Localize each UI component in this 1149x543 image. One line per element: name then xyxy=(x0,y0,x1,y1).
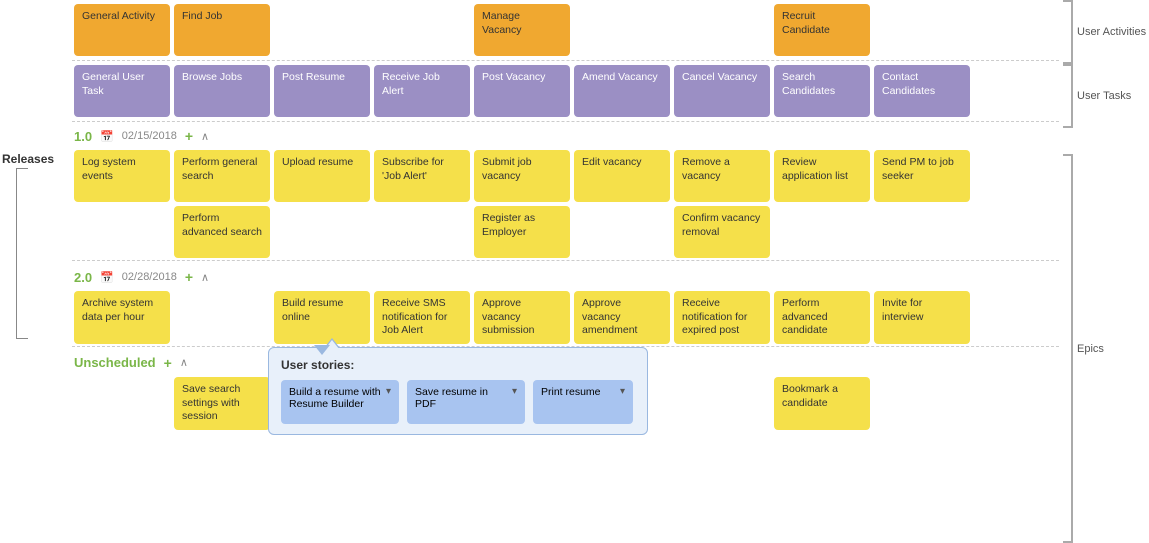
epic-submit-job-vacancy[interactable]: Submit job vacancy xyxy=(474,150,570,202)
ut-post-vacancy[interactable]: Post Vacancy xyxy=(474,65,570,117)
epic-receive-sms-notification[interactable]: Receive SMS notification for Job Alert xyxy=(374,291,470,344)
epic-receive-notification-expired[interactable]: Receive notification for expired post xyxy=(674,291,770,344)
release-1-epics-row2: Perform advanced search Register as Empl… xyxy=(72,204,1059,261)
epic-bookmark-candidate[interactable]: Bookmark a candidate xyxy=(774,377,870,430)
epic-log-system-events[interactable]: Log system events xyxy=(74,150,170,202)
release-2-collapse-icon[interactable]: ∧ xyxy=(201,271,209,284)
release-1-version: 1.0 xyxy=(74,129,92,144)
right-user-tasks-label: User Tasks xyxy=(1077,90,1131,102)
epic-subscribe-job-alert[interactable]: Subscribe for 'Job Alert' xyxy=(374,150,470,202)
story-build-resume[interactable]: Build a resume with Resume Builder ▾ xyxy=(281,380,399,424)
release-2-date-icon: 📅 xyxy=(100,271,114,284)
ua-find-job[interactable]: Find Job xyxy=(174,4,270,56)
story-save-pdf[interactable]: Save resume in PDF ▾ xyxy=(407,380,525,424)
story-print-resume[interactable]: Print resume ▾ xyxy=(533,380,633,424)
epic-build-resume-online[interactable]: Build resume online xyxy=(274,291,370,344)
unscheduled-add-icon[interactable]: + xyxy=(164,355,172,371)
ut-browse-jobs[interactable]: Browse Jobs xyxy=(174,65,270,117)
right-user-activities: User Activities xyxy=(1059,0,1149,64)
release-1-collapse-icon[interactable]: ∧ xyxy=(201,130,209,143)
ua-recruit-candidate[interactable]: Recruit Candidate xyxy=(774,4,870,56)
story-build-arrow: ▾ xyxy=(386,386,391,397)
ut-receive-job-alert[interactable]: Receive Job Alert xyxy=(374,65,470,117)
ua-manage-vacancy[interactable]: Manage Vacancy xyxy=(474,4,570,56)
right-user-activities-label: User Activities xyxy=(1077,26,1146,38)
user-tasks-row: General User Task Browse Jobs Post Resum… xyxy=(72,61,1059,122)
release-2-header: 2.0 📅 02/28/2018 + ∧ xyxy=(72,265,1059,289)
ut-amend-vacancy[interactable]: Amend Vacancy xyxy=(574,65,670,117)
story-print-arrow: ▾ xyxy=(620,386,625,397)
right-epics-label: Epics xyxy=(1077,343,1104,355)
epic-approve-vacancy-amendment[interactable]: Approve vacancy amendment xyxy=(574,291,670,344)
epic-perform-general-search[interactable]: Perform general search xyxy=(174,150,270,202)
ut-contact-candidates[interactable]: Contact Candidates xyxy=(874,65,970,117)
epic-approve-vacancy-submission[interactable]: Approve vacancy submission xyxy=(474,291,570,344)
user-stories-popup: User stories: Build a resume with Resume… xyxy=(268,347,648,435)
epic-confirm-vacancy-removal[interactable]: Confirm vacancy removal xyxy=(674,206,770,258)
right-epics: Epics xyxy=(1059,154,1149,543)
releases-label: Releases xyxy=(2,152,54,166)
user-stories-title: User stories: xyxy=(281,358,635,372)
epic-remove-vacancy[interactable]: Remove a vacancy xyxy=(674,150,770,202)
release-1-epics-row1: Log system events Perform general search… xyxy=(72,148,1059,204)
unscheduled-collapse-icon[interactable]: ∧ xyxy=(180,356,188,369)
epic-upload-resume[interactable]: Upload resume xyxy=(274,150,370,202)
epic-archive-system-data[interactable]: Archive system data per hour xyxy=(74,291,170,344)
right-user-tasks: User Tasks xyxy=(1059,64,1149,128)
release-1-date: 02/15/2018 xyxy=(122,130,177,142)
ut-cancel-vacancy[interactable]: Cancel Vacancy xyxy=(674,65,770,117)
release-2-add-icon[interactable]: + xyxy=(185,269,193,285)
user-activities-row: General Activity Find Job Manage Vacancy… xyxy=(72,0,1059,61)
story-save-arrow: ▾ xyxy=(512,386,517,397)
epic-edit-vacancy[interactable]: Edit vacancy xyxy=(574,150,670,202)
ut-search-candidates[interactable]: Search Candidates xyxy=(774,65,870,117)
ua-general-activity[interactable]: General Activity xyxy=(74,4,170,56)
release-2-epics-row: Archive system data per hour Build resum… xyxy=(72,289,1059,347)
epic-perform-advanced-candidate[interactable]: Perform advanced candidate xyxy=(774,291,870,344)
release-1-header: 1.0 📅 02/15/2018 + ∧ xyxy=(72,124,1059,148)
epic-register-as-employer[interactable]: Register as Employer xyxy=(474,206,570,258)
release-2-date: 02/28/2018 xyxy=(122,271,177,283)
epic-perform-advanced-search[interactable]: Perform advanced search xyxy=(174,206,270,258)
epic-review-application-list[interactable]: Review application list xyxy=(774,150,870,202)
ut-general-user-task[interactable]: General User Task xyxy=(74,65,170,117)
release-2-version: 2.0 xyxy=(74,270,92,285)
unscheduled-label: Unscheduled xyxy=(74,355,156,370)
epic-invite-for-interview[interactable]: Invite for interview xyxy=(874,291,970,344)
release-1-add-icon[interactable]: + xyxy=(185,128,193,144)
user-stories-cards: Build a resume with Resume Builder ▾ Sav… xyxy=(281,380,635,424)
release-1-date-icon: 📅 xyxy=(100,130,114,143)
epic-send-pm-job-seeker[interactable]: Send PM to job seeker xyxy=(874,150,970,202)
ut-post-resume[interactable]: Post Resume xyxy=(274,65,370,117)
epic-save-search-settings[interactable]: Save search settings with session xyxy=(174,377,270,430)
